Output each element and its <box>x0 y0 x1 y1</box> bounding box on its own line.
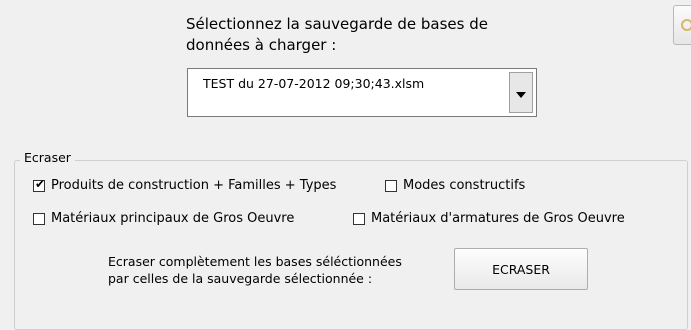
checkbox-modes-constructifs[interactable]: Modes constructifs <box>385 178 525 193</box>
dropdown-arrow-button[interactable] <box>509 72 533 113</box>
side-button-icon <box>681 19 691 31</box>
backup-select-prompt: Sélectionnez la sauvegarde de bases de d… <box>186 14 606 56</box>
side-button[interactable] <box>673 5 691 45</box>
prompt-line-2: données à charger : <box>186 36 337 54</box>
checkbox-box[interactable] <box>353 212 365 225</box>
checkbox-label: Matériaux d'armatures de Gros Oeuvre <box>371 211 625 226</box>
backup-select-value: TEST du 27-07-2012 09;30;43.xlsm <box>203 76 425 91</box>
ecraser-button[interactable]: ECRASER <box>454 248 588 290</box>
checkbox-box[interactable]: ✔ <box>33 176 46 192</box>
chevron-down-icon <box>516 91 526 98</box>
checkbox-box[interactable] <box>385 179 397 192</box>
prompt-line-1: Sélectionnez la sauvegarde de bases de <box>186 15 488 33</box>
erase-group-legend: Ecraser <box>20 149 75 167</box>
backup-select-dropdown[interactable]: TEST du 27-07-2012 09;30;43.xlsm <box>187 68 537 117</box>
checkbox-materiaux-armatures[interactable]: Matériaux d'armatures de Gros Oeuvre <box>353 211 625 226</box>
check-icon: ✔ <box>35 176 46 191</box>
checkbox-box[interactable] <box>33 212 45 225</box>
checkbox-label: Matériaux principaux de Gros Oeuvre <box>51 211 295 226</box>
erase-description-line-2: par celles de la sauvegarde sélectionnée… <box>108 271 373 286</box>
checkbox-label: Produits de construction + Familles + Ty… <box>51 178 337 193</box>
checkbox-produits-construction[interactable]: ✔ Produits de construction + Familles + … <box>33 176 337 193</box>
checkbox-materiaux-principaux[interactable]: Matériaux principaux de Gros Oeuvre <box>33 211 294 226</box>
erase-description-line-1: Ecraser complètement les bases séléction… <box>108 254 402 269</box>
checkbox-label: Modes constructifs <box>403 178 526 193</box>
erase-description: Ecraser complètement les bases séléction… <box>108 253 402 287</box>
